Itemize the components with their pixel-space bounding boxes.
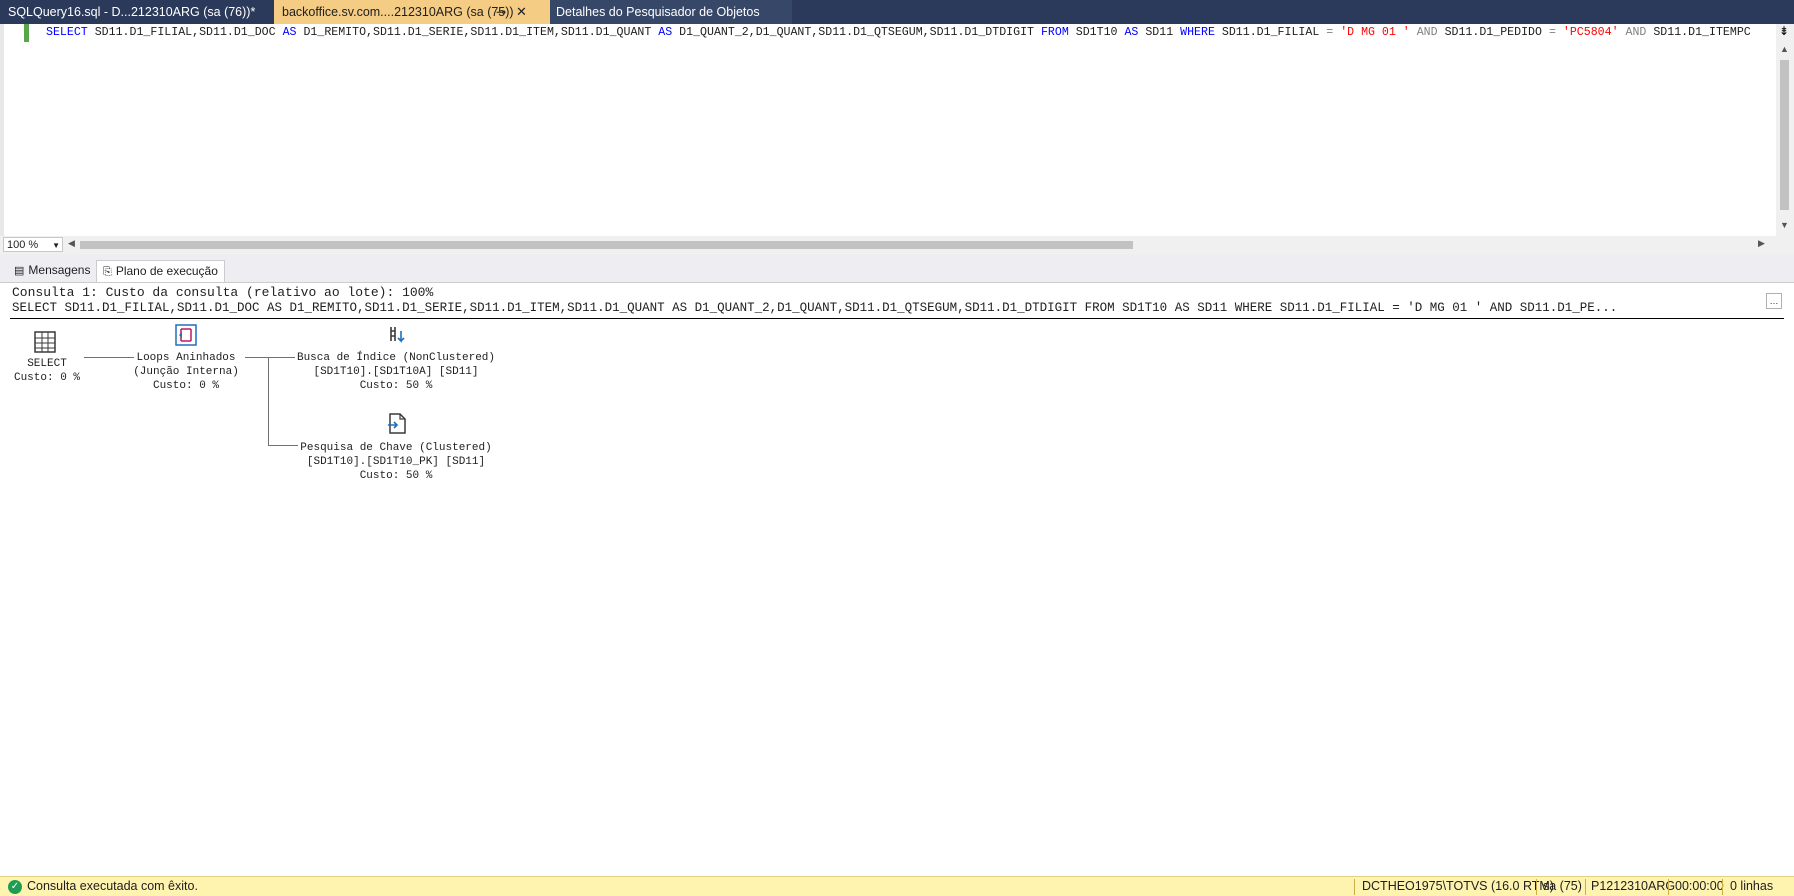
- node-cost: Custo: 0 %: [152, 380, 219, 392]
- status-message: Consulta executada com êxito.: [27, 879, 198, 893]
- change-indicator: [24, 24, 29, 42]
- plan-query-cost: Consulta 1: Custo da consulta (relativo …: [12, 285, 434, 300]
- editor-horizontal-bar: 100 % ▼ ◀ ▶: [0, 236, 1794, 254]
- status-user: sa (75): [1543, 879, 1582, 893]
- tab-plan-label: Plano de execução: [115, 264, 218, 278]
- status-divider: [1668, 879, 1669, 895]
- editor-vertical-scrollbar[interactable]: ⇟ ▲ ▼: [1776, 24, 1794, 236]
- sql-token: SD11.D1_ITEMPC: [1653, 26, 1751, 39]
- nested-loops-icon[interactable]: [174, 323, 198, 347]
- status-elapsed-time: 00:00:00: [1675, 879, 1724, 893]
- scroll-up-icon[interactable]: ▲: [1780, 44, 1789, 54]
- node-cost: Custo: 50 %: [359, 470, 433, 482]
- tab-label: backoffice.sv.com....212310ARG (sa (75)): [282, 5, 514, 19]
- scroll-left-icon[interactable]: ◀: [68, 238, 75, 249]
- success-check-icon: ✓: [8, 880, 22, 894]
- sql-token: SD1T10: [1068, 26, 1125, 39]
- sql-token: WHERE: [1180, 26, 1215, 39]
- scroll-right-icon[interactable]: ▶: [1758, 238, 1765, 249]
- tab-object-explorer-details[interactable]: Detalhes do Pesquisador de Objetos: [550, 0, 792, 24]
- nested-loops-label: Loops Aninhados (Junção Interna) Custo: …: [120, 351, 252, 393]
- close-icon[interactable]: ✕: [516, 0, 527, 24]
- index-seek-icon[interactable]: [385, 323, 409, 347]
- node-subtitle: [SD1T10].[SD1T10A] [SD11]: [313, 366, 479, 378]
- horizontal-scroll-thumb[interactable]: [80, 241, 1133, 249]
- status-row-count: 0 linhas: [1730, 879, 1774, 893]
- node-subtitle: [SD1T10].[SD1T10_PK] [SD11]: [306, 456, 486, 468]
- sql-token: 'PC5804': [1555, 26, 1619, 39]
- results-tab-bar: ▤ Mensagens ⎘ Plano de execução: [0, 254, 1794, 283]
- sql-token: AS: [1124, 26, 1139, 39]
- sql-token: SD11.D1_PEDIDO: [1444, 26, 1549, 39]
- scroll-down-icon[interactable]: ▼: [1780, 220, 1789, 230]
- status-server: DCTHEO1975\TOTVS (16.0 RTM): [1362, 879, 1554, 893]
- tab-label: Detalhes do Pesquisador de Objetos: [556, 5, 760, 19]
- node-cost: Custo: 0 %: [13, 372, 80, 384]
- select-operator-label: SELECT Custo: 0 %: [8, 357, 86, 385]
- node-title: Loops Aninhados: [136, 352, 236, 364]
- tab-backoffice-active[interactable]: backoffice.sv.com....212310ARG (sa (75))…: [274, 0, 550, 24]
- sql-token: AS: [282, 26, 297, 39]
- status-divider: [1585, 879, 1586, 895]
- sql-token: FROM: [1040, 26, 1069, 39]
- sql-token: AND: [1618, 26, 1654, 39]
- expand-query-button[interactable]: …: [1766, 293, 1782, 309]
- tab-messages-label: Mensagens: [28, 263, 91, 277]
- tab-label: SQLQuery16.sql - D...212310ARG (sa (76))…: [8, 5, 256, 19]
- tab-messages[interactable]: ▤ Mensagens: [8, 260, 96, 282]
- connector-loops-seek: [245, 357, 295, 358]
- plan-query-text: SELECT SD11.D1_FILIAL,SD11.D1_DOC AS D1_…: [12, 301, 1618, 315]
- sql-editor[interactable]: SELECT SD11.D1_FILIAL,SD11.D1_DOC AS D1_…: [0, 24, 1794, 236]
- connector-branch: [268, 357, 269, 445]
- sql-token: SELECT: [46, 26, 88, 39]
- status-bar: ✓ Consulta executada com êxito. DCTHEO19…: [0, 876, 1794, 896]
- node-cost: Custo: 50 %: [359, 380, 433, 392]
- sql-token: SD11.D1_FILIAL: [1214, 26, 1327, 39]
- pin-icon[interactable]: ⊸: [496, 0, 506, 24]
- tab-sqlquery16[interactable]: SQLQuery16.sql - D...212310ARG (sa (76))…: [0, 0, 274, 24]
- node-title: SELECT: [27, 358, 67, 370]
- sql-token: D1_REMITO,SD11.D1_SERIE,SD11.D1_ITEM,SD1…: [296, 26, 659, 39]
- zoom-value: 100 %: [7, 239, 39, 251]
- tab-execution-plan[interactable]: ⎘ Plano de execução: [96, 260, 225, 282]
- document-tab-bar: SQLQuery16.sql - D...212310ARG (sa (76))…: [0, 0, 1794, 24]
- scroll-thumb[interactable]: [1780, 60, 1789, 210]
- status-database: P1212310ARG: [1591, 879, 1676, 893]
- execution-plan-icon: ⎘: [103, 266, 112, 278]
- sql-token: 'D MG 01 ': [1333, 26, 1410, 39]
- key-lookup-icon[interactable]: [385, 411, 409, 435]
- sql-token: SD11: [1138, 26, 1181, 39]
- status-divider: [1354, 879, 1355, 895]
- sql-token: AS: [658, 26, 673, 39]
- node-title: Busca de Índice (NonClustered): [296, 352, 496, 364]
- status-divider: [1536, 879, 1537, 895]
- status-divider: [1722, 879, 1723, 895]
- sql-token: =: [1548, 26, 1556, 39]
- sql-token: D1_QUANT_2,D1_QUANT,SD11.D1_QTSEGUM,SD11…: [672, 26, 1041, 39]
- index-seek-label: Busca de Índice (NonClustered) [SD1T10].…: [290, 351, 502, 393]
- select-operator-icon[interactable]: [33, 330, 57, 354]
- node-subtitle: (Junção Interna): [133, 366, 239, 378]
- sql-text-line[interactable]: SELECT SD11.D1_FILIAL,SD11.D1_DOC AS D1_…: [46, 26, 1766, 39]
- node-title: Pesquisa de Chave (Clustered): [300, 442, 492, 454]
- sql-token: AND: [1409, 26, 1445, 39]
- messages-icon: ▤: [14, 265, 25, 277]
- chevron-down-icon: ▼: [52, 241, 60, 250]
- plan-header-divider: [10, 318, 1784, 319]
- zoom-select[interactable]: 100 % ▼: [3, 237, 63, 252]
- key-lookup-label: Pesquisa de Chave (Clustered) [SD1T10].[…: [290, 441, 502, 483]
- sql-token: SD11.D1_FILIAL,SD11.D1_DOC: [87, 26, 283, 39]
- split-icon[interactable]: ⇟: [1779, 25, 1792, 38]
